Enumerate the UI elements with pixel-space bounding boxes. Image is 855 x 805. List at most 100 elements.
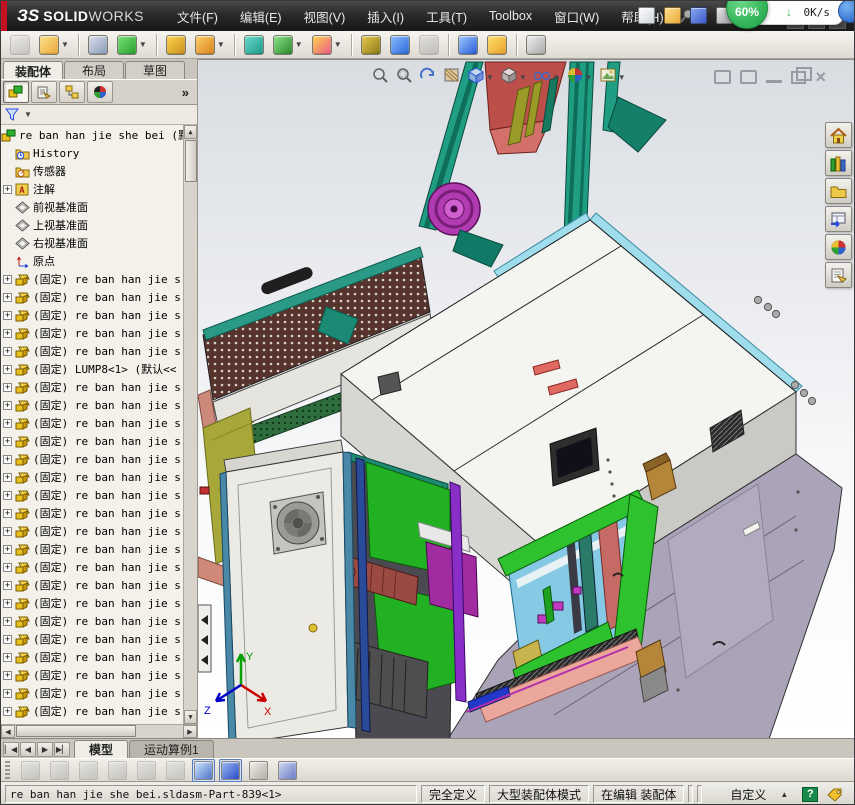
tree-item[interactable]: + (固定) re ban han jie s: [1, 648, 183, 666]
tree-item[interactable]: + (固定) re ban han jie s: [1, 324, 183, 342]
scroll-up-arrow[interactable]: ▲: [184, 125, 197, 139]
expand-plus-icon[interactable]: +: [3, 616, 12, 626]
move-component-button[interactable]: [241, 32, 267, 58]
resources-home-button[interactable]: [825, 122, 852, 148]
expand-plus-icon[interactable]: +: [3, 292, 12, 302]
expand-plus-icon[interactable]: +: [3, 634, 12, 644]
menu-toolbox[interactable]: Toolbox: [478, 1, 543, 31]
tree-item[interactable]: + (固定) re ban han jie s: [1, 576, 183, 594]
display-style-button[interactable]: ▼: [499, 65, 528, 90]
expand-plus-icon[interactable]: +: [3, 508, 12, 518]
chart-mode-button[interactable]: [192, 758, 215, 782]
tree-item[interactable]: re ban han jie she bei (默: [1, 126, 189, 144]
hide-show-items-button[interactable]: ▼: [532, 65, 561, 90]
tree-item[interactable]: + (固定) re ban han jie s: [1, 396, 183, 414]
dropdown-caret-icon[interactable]: ▼: [217, 40, 225, 49]
measure-arrow-button[interactable]: [455, 32, 481, 58]
tree-item[interactable]: + (固定) re ban han jie s: [1, 594, 183, 612]
tree-item[interactable]: + (固定) re ban han jie s: [1, 486, 183, 504]
panel-tab-草图[interactable]: 草图: [125, 61, 185, 79]
dropdown-caret-icon[interactable]: ▼: [334, 40, 342, 49]
dropdown-caret-icon[interactable]: ▼: [519, 73, 527, 82]
dropdown-caret-icon[interactable]: ▼: [552, 73, 560, 82]
expand-plus-icon[interactable]: +: [3, 418, 12, 428]
expand-plus-icon[interactable]: +: [3, 382, 12, 392]
toolbar-grip[interactable]: [5, 761, 10, 779]
rotate-component-button[interactable]: ▼: [192, 32, 228, 58]
collapse-right-pane-icon[interactable]: [740, 70, 758, 84]
doc-minimize-icon[interactable]: [766, 79, 783, 83]
tree-item[interactable]: History: [1, 144, 183, 162]
tree-item[interactable]: + (固定) re ban han jie s: [1, 378, 183, 396]
expand-plus-icon[interactable]: +: [3, 274, 12, 284]
expand-plus-icon[interactable]: +: [3, 184, 12, 194]
tab-nav-3[interactable]: ▶▏: [54, 742, 70, 757]
menu-w[interactable]: 窗口(W): [543, 1, 610, 31]
featuremanager-icon[interactable]: [3, 81, 29, 103]
more-chevron[interactable]: »: [182, 85, 189, 100]
open-document-button[interactable]: ▼: [36, 32, 72, 58]
tab-nav-2[interactable]: ▶: [37, 742, 53, 757]
view-palette-button[interactable]: [825, 206, 852, 232]
expand-plus-icon[interactable]: +: [3, 490, 12, 500]
assembly-features-button[interactable]: ▼: [270, 32, 306, 58]
motion-lines-button[interactable]: [105, 758, 130, 783]
tree-item[interactable]: + (固定) re ban han jie s: [1, 432, 183, 450]
exploded-view-button[interactable]: [387, 32, 413, 58]
displaymanager-icon[interactable]: [87, 81, 113, 103]
tree-item[interactable]: + (固定) re ban han jie s: [1, 666, 183, 684]
customize-arrow-icon[interactable]: ▲: [780, 790, 788, 799]
panel-tab-布局[interactable]: 布局: [64, 61, 124, 79]
expand-plus-icon[interactable]: +: [3, 364, 12, 374]
dropdown-caret-icon[interactable]: ▼: [486, 73, 494, 82]
tree-item[interactable]: + (固定) re ban han jie s: [1, 270, 183, 288]
expand-plus-icon[interactable]: +: [3, 346, 12, 356]
expand-plus-icon[interactable]: +: [3, 472, 12, 482]
appearances-button[interactable]: ▼: [565, 65, 594, 90]
tag-icon[interactable]: [826, 787, 844, 802]
motion-results-button[interactable]: [47, 758, 72, 783]
expand-plus-icon[interactable]: +: [3, 454, 12, 464]
custom-properties-button[interactable]: [825, 262, 852, 288]
save-results-button[interactable]: [275, 758, 300, 783]
cube-mode-button[interactable]: [219, 758, 242, 782]
table-button[interactable]: [246, 758, 271, 783]
motion-elements-button[interactable]: [18, 758, 43, 783]
motion-keys-button[interactable]: [163, 758, 188, 783]
save-button[interactable]: [687, 4, 710, 27]
tree-item[interactable]: + (固定) LUMP8<1> (默认<<: [1, 360, 183, 378]
menu-f[interactable]: 文件(F): [166, 1, 229, 31]
appearances-ball-button[interactable]: [825, 234, 852, 260]
tree-item[interactable]: + (固定) re ban han jie s: [1, 540, 183, 558]
image-frame-button[interactable]: [523, 32, 549, 58]
configurationmanager-icon[interactable]: [59, 81, 85, 103]
hscroll-thumb[interactable]: [16, 725, 136, 737]
propertymanager-icon[interactable]: [31, 81, 57, 103]
filter-funnel-icon[interactable]: [5, 108, 21, 122]
reference-geometry-button[interactable]: ▼: [309, 32, 345, 58]
tree-vertical-scrollbar[interactable]: ▲ ▼: [183, 125, 197, 724]
tree-item[interactable]: + (固定) re ban han jie s: [1, 702, 183, 720]
interference-check-button[interactable]: [416, 32, 442, 58]
tree-item[interactable]: + (固定) re ban han jie s: [1, 612, 183, 630]
customize-label[interactable]: 自定义: [730, 786, 766, 803]
expand-plus-icon[interactable]: +: [3, 562, 12, 572]
tree-item[interactable]: + (固定) re ban han jie s: [1, 630, 183, 648]
doc-restore-icon[interactable]: [791, 66, 813, 84]
dropdown-caret-icon[interactable]: ▼: [585, 73, 593, 82]
expand-plus-icon[interactable]: +: [3, 652, 12, 662]
expand-plus-icon[interactable]: +: [3, 328, 12, 338]
scroll-thumb[interactable]: [185, 140, 197, 182]
mate-paperclip-button[interactable]: [85, 32, 111, 58]
expand-plus-icon[interactable]: +: [3, 310, 12, 320]
expand-plus-icon[interactable]: +: [3, 670, 12, 680]
dropdown-caret-icon[interactable]: ▼: [139, 40, 147, 49]
tree-horizontal-scrollbar[interactable]: ◀ ▶: [1, 724, 197, 738]
smart-fasteners-button[interactable]: [163, 32, 189, 58]
dropdown-caret-icon[interactable]: ▼: [61, 40, 69, 49]
help-icon[interactable]: ?: [802, 786, 819, 802]
tab-nav-1[interactable]: ◀: [20, 742, 36, 757]
menu-t[interactable]: 工具(T): [415, 1, 478, 31]
expand-plus-icon[interactable]: +: [3, 526, 12, 536]
scroll-down-arrow[interactable]: ▼: [184, 710, 197, 724]
